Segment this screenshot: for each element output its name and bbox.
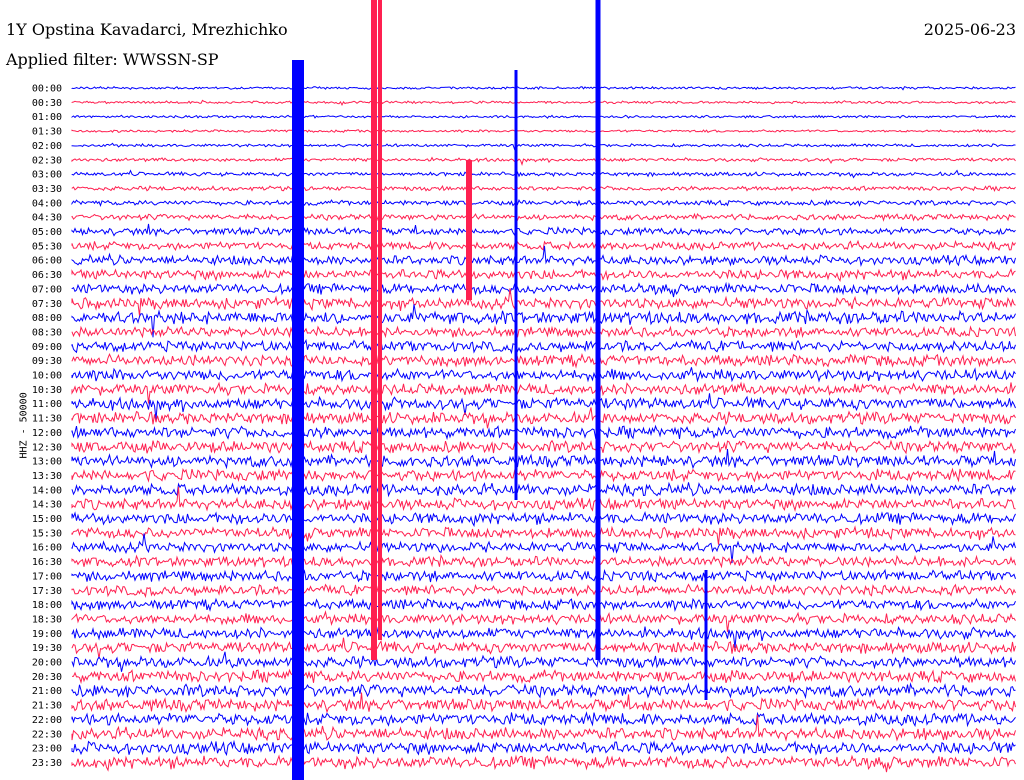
trace-line — [71, 597, 1016, 613]
trace-line — [71, 156, 1016, 167]
row-time-label: 23:00 — [32, 744, 62, 755]
trace-line — [71, 525, 1016, 545]
row-time-label: 10:00 — [32, 371, 62, 382]
row-time-label: 02:30 — [32, 155, 62, 166]
trace-line — [71, 682, 1016, 700]
row-time-label: 16:30 — [32, 557, 62, 568]
trace-line — [71, 142, 1016, 151]
trace-line — [71, 381, 1016, 404]
trace-line — [71, 583, 1016, 598]
row-time-label: 00:00 — [32, 84, 62, 95]
row-time-label: 17:30 — [32, 586, 62, 597]
row-time-label: 21:00 — [32, 686, 62, 697]
trace-line — [71, 281, 1016, 298]
row-time-label: 03:30 — [32, 184, 62, 195]
row-time-label: 22:30 — [32, 729, 62, 740]
row-time-label: 02:00 — [32, 141, 62, 152]
trace-line — [71, 711, 1016, 728]
trace-line — [71, 739, 1016, 757]
row-time-label: 18:00 — [32, 600, 62, 611]
row-time-label: 01:30 — [32, 127, 62, 138]
row-time-label: 15:00 — [32, 514, 62, 525]
row-time-label: 04:00 — [32, 198, 62, 209]
trace-line — [71, 568, 1016, 583]
trace-line — [71, 407, 1016, 429]
helicorder-plot: 00:00 00:30 01:00 01:30 02:00 02:30 03:00 03:30… — [32, 0, 1016, 780]
row-time-label: 09:30 — [32, 356, 62, 367]
row-time-label: 18:30 — [32, 614, 62, 625]
trace-line — [71, 651, 1016, 672]
row-time-label: 12:30 — [32, 442, 62, 453]
trace-line — [71, 467, 1016, 483]
row-time-label: 21:30 — [32, 701, 62, 712]
trace-line — [71, 288, 1016, 316]
row-time-label: 03:00 — [32, 170, 62, 181]
trace-line — [71, 692, 1016, 714]
row-time-label: 16:00 — [32, 543, 62, 554]
trace-line — [71, 169, 1016, 179]
trace-line — [71, 338, 1016, 355]
row-time-label: 12:00 — [32, 428, 62, 439]
trace-line — [71, 449, 1016, 470]
row-time-label: 00:30 — [32, 98, 62, 109]
event-spike — [704, 570, 708, 700]
row-time-label: 22:00 — [32, 715, 62, 726]
trace-line — [71, 199, 1016, 207]
row-time-label: 07:00 — [32, 284, 62, 295]
row-time-label: 20:00 — [32, 658, 62, 669]
row-time-label: 15:30 — [32, 528, 62, 539]
row-time-label: 20:30 — [32, 672, 62, 683]
trace-line — [71, 325, 1016, 339]
row-time-label: 01:00 — [32, 112, 62, 123]
event-spike — [514, 70, 518, 500]
trace-line — [71, 510, 1016, 528]
row-time-label: 05:30 — [32, 241, 62, 252]
trace-line — [71, 304, 1016, 338]
trace-line — [71, 754, 1016, 773]
row-time-label: 13:00 — [32, 457, 62, 468]
row-time-label: 07:30 — [32, 299, 62, 310]
trace-line — [71, 128, 1016, 134]
trace-line — [71, 424, 1016, 441]
row-time-label: 11:00 — [32, 399, 62, 410]
trace-line — [71, 481, 1016, 498]
row-time-label: 13:30 — [32, 471, 62, 482]
row-time-label: 19:00 — [32, 629, 62, 640]
row-time-label: 06:30 — [32, 270, 62, 281]
row-time-label: 17:00 — [32, 571, 62, 582]
event-spike — [595, 0, 601, 660]
trace-line — [71, 554, 1016, 569]
row-time-label: 06:00 — [32, 256, 62, 267]
trace-line — [71, 212, 1016, 222]
trace-line — [71, 86, 1016, 91]
trace-line — [71, 439, 1016, 455]
row-time-label: 14:00 — [32, 485, 62, 496]
row-time-label: 09:00 — [32, 342, 62, 353]
row-time-label: 11:30 — [32, 414, 62, 425]
event-spike — [466, 160, 472, 300]
trace-line — [71, 223, 1016, 238]
trace-line — [71, 353, 1016, 369]
trace-line — [71, 668, 1016, 685]
row-time-label: 23:30 — [32, 758, 62, 769]
trace-line — [71, 267, 1016, 283]
event-spike — [378, 0, 382, 640]
trace-line — [71, 184, 1016, 193]
trace-line — [71, 637, 1016, 659]
row-time-label: 14:30 — [32, 500, 62, 511]
trace-line — [71, 367, 1016, 383]
row-time-label: 10:30 — [32, 385, 62, 396]
trace-line — [71, 99, 1016, 107]
row-time-label: 05:00 — [32, 227, 62, 238]
row-time-label: 08:30 — [32, 327, 62, 338]
row-time-label: 19:30 — [32, 643, 62, 654]
trace-line — [71, 114, 1016, 119]
event-spike — [292, 60, 304, 780]
trace-line — [71, 245, 1016, 268]
row-time-label: 08:00 — [32, 313, 62, 324]
event-spike — [371, 0, 377, 660]
row-time-label: 04:30 — [32, 213, 62, 224]
